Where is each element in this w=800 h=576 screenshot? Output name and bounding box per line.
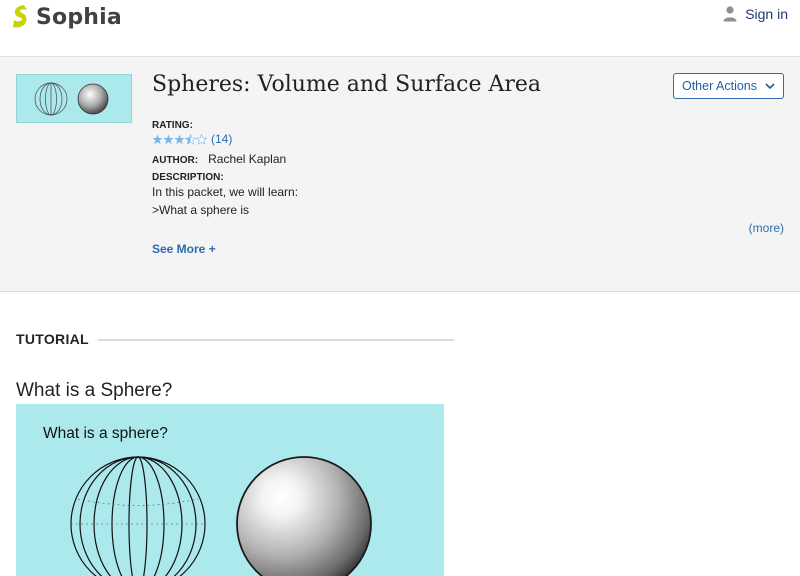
author-row: AUTHOR: Rachel Kaplan	[152, 152, 286, 166]
star-full-icon	[174, 133, 185, 144]
sign-in-label: Sign in	[745, 6, 788, 22]
description-label: DESCRIPTION:	[152, 172, 224, 183]
author-name: Rachel Kaplan	[208, 152, 287, 166]
see-more-link[interactable]: See More +	[152, 242, 216, 256]
rating-row[interactable]: (14)	[152, 132, 232, 146]
resource-header: Spheres: Volume and Surface Area Other A…	[0, 56, 800, 292]
top-bar: Sophia Sign in	[0, 0, 800, 56]
figure-caption: What is a sphere?	[43, 425, 168, 442]
section-divider	[98, 339, 454, 341]
tutorial-heading: What is a Sphere?	[16, 380, 173, 401]
description-line: >What a sphere is	[152, 203, 250, 217]
sign-in-link[interactable]: Sign in	[723, 6, 788, 22]
rating-count[interactable]: (14)	[211, 132, 232, 146]
solid-sphere-image	[236, 456, 372, 576]
more-link[interactable]: (more)	[749, 221, 784, 235]
star-full-icon	[163, 133, 174, 144]
star-half-icon	[185, 133, 196, 145]
sophia-logo[interactable]: Sophia	[10, 3, 122, 31]
resource-title: Spheres: Volume and Surface Area	[152, 72, 542, 97]
resource-thumbnail	[16, 74, 132, 123]
sophia-logo-icon	[13, 5, 27, 28]
tutorial-section-label: TUTORIAL	[16, 331, 89, 347]
other-actions-button[interactable]: Other Actions	[673, 73, 784, 99]
user-icon	[723, 6, 737, 22]
chevron-down-icon	[765, 83, 775, 90]
spheres-thumbnail-image	[34, 82, 109, 116]
other-actions-label: Other Actions	[681, 79, 758, 93]
brand-name: Sophia	[36, 4, 122, 30]
rating-stars	[152, 133, 207, 145]
star-empty-icon	[196, 133, 207, 145]
author-label: AUTHOR:	[152, 155, 199, 166]
description-line: In this packet, we will learn:	[152, 185, 299, 199]
tutorial-figure: What is a sphere?	[16, 404, 444, 576]
rating-label: RATING:	[152, 120, 193, 131]
wireframe-sphere-image	[70, 456, 206, 576]
star-full-icon	[152, 133, 163, 144]
